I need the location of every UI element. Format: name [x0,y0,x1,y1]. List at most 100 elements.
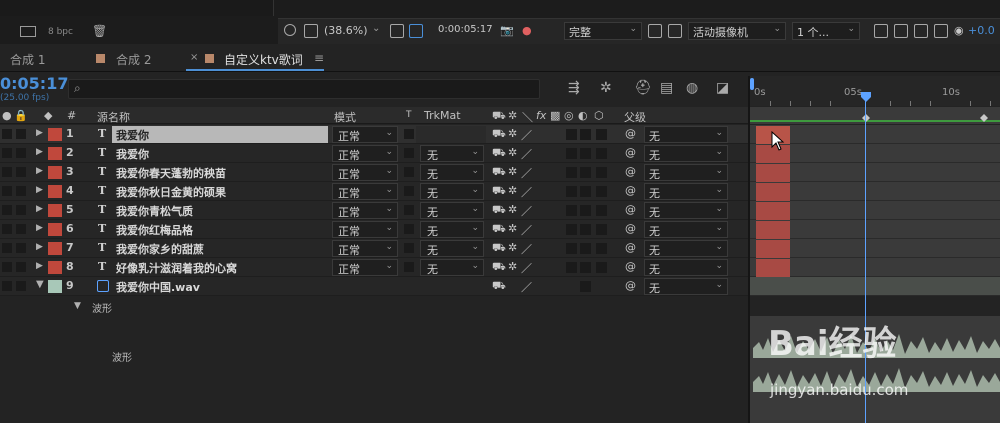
layer-name[interactable]: 我爱你红梅品格 [116,222,193,238]
layer-row-9[interactable]: ▼ 9 我爱你中国.wav ⛟ ／ @ 无 ⌄ [0,277,748,296]
timeline-icon[interactable] [894,24,908,38]
trkmat-dropdown[interactable]: 无 ⌄ [420,145,484,162]
collapse-icon[interactable]: ✲ [508,146,517,159]
preserve-transparency-checkbox[interactable] [404,148,414,158]
blend-mode-dropdown[interactable]: 正常 ⌄ [332,259,398,276]
preserve-transparency-checkbox[interactable] [404,205,414,215]
layer-row-7[interactable]: ▶ 7 T 我爱你家乡的甜蔗 正常 ⌄ 无 ⌄ ⛟ ✲ ／ @ 无 ⌄ [0,239,748,258]
shy-icon[interactable]: ⛟ [492,279,506,294]
lock-icon[interactable]: 🔒 [14,109,28,122]
work-area-start-handle[interactable] [750,78,754,90]
collapse-icon[interactable]: ✲ [508,241,517,254]
blend-mode-dropdown[interactable]: 正常 ⌄ [332,202,398,219]
time-ruler[interactable]: 0s 05s 10s [750,76,1000,106]
switch-box[interactable] [566,129,577,140]
quality-icon[interactable]: ／ [521,127,532,143]
draft-3d-icon[interactable]: ✲ [600,80,612,96]
quality-icon[interactable]: ／ [521,203,532,219]
expand-triangle-icon[interactable]: ▶ [36,147,43,157]
grid-icon[interactable] [668,24,682,38]
switch-box[interactable] [580,281,591,292]
quality-icon[interactable]: ／ [521,260,532,276]
viewer-timecode[interactable]: 0:00:05:17 [438,24,493,35]
blend-mode-dropdown[interactable]: 正常 ⌄ [332,164,398,181]
layer-row-4[interactable]: ▶ 4 T 我爱你秋日金黄的硕果 正常 ⌄ 无 ⌄ ⛟ ✲ ／ @ 无 ⌄ [0,182,748,201]
layer-label-color[interactable] [48,204,62,217]
quality-icon[interactable]: ／ [521,184,532,200]
switch-box[interactable] [566,262,577,273]
region-of-interest-icon[interactable] [390,24,404,38]
lock-switch[interactable] [16,129,26,139]
collapse-icon[interactable]: ✲ [508,260,517,273]
layer-bar[interactable] [756,221,790,239]
video-switch[interactable] [2,243,12,253]
switch-box[interactable] [596,148,607,159]
collapse-icon[interactable]: ✲ [508,222,517,235]
switch-box[interactable] [566,167,577,178]
layer-name[interactable]: 我爱你春天蓬勃的秧苗 [116,165,226,181]
switch-box[interactable] [596,186,607,197]
shy-layers-icon[interactable]: ⛑ [634,80,652,96]
layer-row-5[interactable]: ▶ 5 T 我爱你青松气质 正常 ⌄ 无 ⌄ ⛟ ✲ ／ @ 无 ⌄ [0,201,748,220]
lock-switch[interactable] [16,205,26,215]
color-channel-icon[interactable]: ● [522,24,532,37]
expand-triangle-icon[interactable]: ▼ [74,301,81,311]
expand-triangle-icon[interactable]: ▶ [36,185,43,195]
pick-whip-icon[interactable]: @ [625,165,636,178]
switch-box[interactable] [596,243,607,254]
tab-comp-2[interactable]: 合成 2 [116,51,151,68]
panel-divider[interactable] [748,76,750,423]
trkmat-dropdown[interactable]: 无 ⌄ [420,240,484,257]
layer-bar[interactable] [756,202,790,220]
switch-box[interactable] [580,129,591,140]
3d-layer-switch-icon[interactable]: ⬡ [594,109,604,122]
collapse-icon[interactable]: ✲ [508,165,517,178]
switch-box[interactable] [596,167,607,178]
shy-icon[interactable]: ⛟ [492,165,506,180]
bit-depth-label[interactable]: 8 bpc [48,27,73,37]
pick-whip-icon[interactable]: @ [625,279,636,292]
lock-switch[interactable] [16,186,26,196]
switch-box[interactable] [566,186,577,197]
lock-switch[interactable] [16,262,26,272]
trkmat-dropdown[interactable]: 无 ⌄ [420,183,484,200]
camera-dropdown[interactable]: 活动摄像机 ⌄ [688,22,786,40]
layer-row-8[interactable]: ▶ 8 T 好像乳汁滋润着我的心窝 正常 ⌄ 无 ⌄ ⛟ ✲ ／ @ 无 ⌄ [0,258,748,277]
pick-whip-icon[interactable]: @ [625,203,636,216]
lock-switch[interactable] [16,224,26,234]
preserve-transparency-checkbox[interactable] [404,167,414,177]
exposure-icon[interactable]: ◉ [954,24,964,37]
column-t[interactable]: T [406,110,412,120]
quality-icon[interactable]: ／ [521,279,532,295]
shy-icon[interactable]: ⛟ [492,222,506,237]
switch-box[interactable] [596,205,607,216]
layer-bar[interactable] [756,164,790,182]
collapse-icon[interactable]: ✲ [508,127,517,140]
parent-dropdown[interactable]: 无 ⌄ [644,183,728,200]
layer-name[interactable]: 我爱你 [116,127,149,143]
switch-box[interactable] [580,262,591,273]
tab-comp-1[interactable]: 合成 1 [10,51,45,68]
layer-bar[interactable] [756,259,790,277]
layer-bar[interactable] [756,240,790,258]
expand-triangle-icon[interactable]: ▶ [36,242,43,252]
preserve-transparency-checkbox[interactable] [404,243,414,253]
pick-whip-icon[interactable]: @ [625,241,636,254]
blend-mode-dropdown[interactable]: 正常 ⌄ [332,183,398,200]
collapse-triangle-icon[interactable]: ▼ [36,279,44,290]
pick-whip-icon[interactable]: @ [625,184,636,197]
flowchart-icon[interactable] [20,26,36,37]
switch-box[interactable] [580,186,591,197]
reset-exposure-icon[interactable] [934,24,948,38]
layer-label-color[interactable] [48,128,62,141]
layer-label-color[interactable] [48,147,62,160]
switch-box[interactable] [596,129,607,140]
adjustment-layer-switch-icon[interactable]: ◐ [578,109,588,122]
parent-dropdown[interactable]: 无 ⌄ [644,278,728,295]
quality-icon[interactable]: ／ [521,222,532,238]
video-switch[interactable] [2,262,12,272]
chevron-down-icon[interactable]: ⌄ [372,23,380,34]
pick-whip-icon[interactable]: @ [625,127,636,140]
resolution-dropdown[interactable]: 完整 ⌄ [564,22,642,40]
video-switch[interactable] [2,167,12,177]
